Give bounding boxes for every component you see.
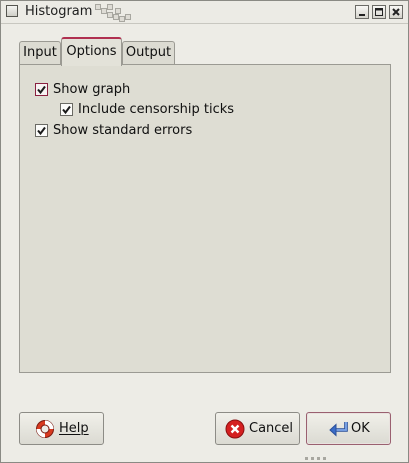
title-bar[interactable]: Histogram	[1, 1, 408, 24]
show-graph-check-box[interactable]	[35, 83, 48, 96]
minimize-icon	[359, 14, 365, 16]
help-button-label: Help	[59, 421, 89, 436]
ok-button-label: OK	[351, 421, 370, 436]
tab-options-label: Options	[66, 44, 117, 59]
title-grip-decoration	[95, 2, 145, 22]
return-arrow-icon	[329, 422, 348, 437]
histogram-dialog: Histogram Input Options Output Show grap…	[0, 0, 409, 463]
window-menu-icon[interactable]	[6, 5, 18, 17]
tab-output[interactable]: Output	[122, 41, 175, 65]
checkmark-icon	[37, 85, 46, 95]
tab-output-label: Output	[125, 45, 172, 60]
lifebuoy-icon	[36, 420, 54, 438]
help-button[interactable]: Help	[19, 412, 104, 445]
cancel-circle-icon	[225, 419, 245, 439]
tab-input[interactable]: Input	[19, 41, 61, 65]
show-graph-label: Show graph	[53, 82, 131, 97]
show-standard-errors-label: Show standard errors	[53, 123, 193, 138]
tab-options[interactable]: Options	[61, 37, 122, 66]
checkmark-icon	[62, 105, 71, 115]
maximize-button[interactable]	[372, 5, 386, 19]
close-icon	[392, 8, 400, 16]
include-censorship-ticks-label: Include censorship ticks	[78, 102, 235, 117]
options-panel: Show graph Include censorship ticks Show…	[19, 64, 391, 373]
window-title: Histogram	[25, 4, 93, 19]
cancel-button[interactable]: Cancel	[215, 412, 300, 445]
maximize-icon	[375, 8, 383, 16]
cancel-button-label: Cancel	[249, 421, 294, 436]
checkmark-icon	[37, 126, 46, 136]
tab-input-label: Input	[23, 45, 57, 60]
include-censorship-ticks-check-box[interactable]	[60, 103, 73, 116]
close-button[interactable]	[389, 5, 403, 19]
resize-grip-icon[interactable]	[303, 456, 331, 462]
minimize-button[interactable]	[355, 5, 369, 19]
ok-button[interactable]: OK	[306, 412, 391, 445]
show-standard-errors-check-box[interactable]	[35, 124, 48, 137]
